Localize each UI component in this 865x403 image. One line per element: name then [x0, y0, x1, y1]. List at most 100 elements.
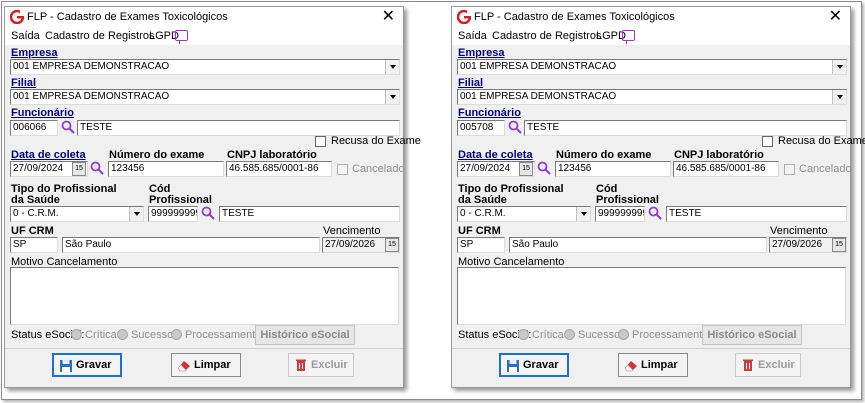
funcionario-name-field[interactable]: TESTE	[524, 120, 847, 136]
chevron-down-icon[interactable]	[129, 207, 143, 221]
calendar-icon[interactable]: 15	[385, 238, 399, 252]
motivo-textarea[interactable]	[10, 267, 399, 325]
cnpj-value: 46.585.685/0001-86	[229, 163, 319, 174]
monitor-chat-icon[interactable]	[175, 30, 188, 44]
filial-value: 001 EMPRESA DEMONSTRACAO	[460, 91, 617, 102]
gravar-button[interactable]: Gravar	[499, 353, 569, 377]
recusa-checkbox[interactable]	[315, 136, 326, 147]
window-title: FLP - Cadastro de Exames Toxicológicos	[27, 11, 228, 23]
radio-processamento-label: Processamento	[185, 329, 262, 341]
uf-name: São Paulo	[65, 239, 112, 250]
cod-prof-label: Cód Profissional	[149, 183, 212, 206]
funcionario-code: 006066	[13, 122, 47, 133]
radio-processamento[interactable]	[171, 329, 182, 340]
empresa-select[interactable]: 001 EMPRESA DEMONSTRACAO	[10, 59, 400, 75]
numero-exame-input[interactable]: 123456	[108, 161, 224, 177]
gravar-label: Gravar	[76, 359, 112, 371]
numero-exame-input[interactable]: 123456	[555, 161, 671, 177]
chevron-down-icon[interactable]	[385, 90, 399, 104]
divider	[5, 348, 403, 349]
uf-crm-label: UF CRM	[458, 225, 501, 237]
divider	[452, 348, 850, 349]
uf-name-field[interactable]: São Paulo	[62, 237, 320, 253]
magnifier-icon[interactable]	[61, 120, 75, 134]
cnpj-label: CNPJ laboratório	[674, 149, 764, 161]
menu-saida[interactable]: Saída	[11, 30, 40, 42]
menu-bar: Saída Cadastro de Registros LGPD	[452, 27, 850, 45]
exam-window-2: FLP - Cadastro de Exames Toxicológicos ✕…	[451, 6, 865, 388]
trash-icon	[743, 359, 753, 371]
menu-saida[interactable]: Saída	[458, 30, 487, 42]
funcionario-code: 005708	[460, 122, 494, 133]
uf-name: São Paulo	[512, 239, 559, 250]
limpar-button[interactable]: Limpar	[171, 353, 241, 377]
prof-name-field[interactable]: TESTE	[666, 206, 847, 222]
cod-prof-value: 999999999	[151, 208, 198, 219]
empresa-select[interactable]: 001 EMPRESA DEMONSTRACAO	[457, 59, 847, 75]
prof-name: TESTE	[222, 208, 255, 219]
prof-name-field[interactable]: TESTE	[219, 206, 400, 222]
filial-select[interactable]: 001 EMPRESA DEMONSTRACAO	[457, 89, 847, 105]
calendar-icon[interactable]: 15	[72, 162, 86, 176]
empresa-label: Empresa	[458, 47, 505, 59]
motivo-textarea[interactable]	[457, 267, 846, 325]
cod-prof-input[interactable]: 999999999	[148, 206, 198, 222]
tipo-prof-select[interactable]: 0 - C.R.M.	[457, 206, 591, 222]
cnpj-label: CNPJ laboratório	[227, 149, 317, 161]
radio-critica-label: Crítica	[85, 329, 117, 341]
magnifier-icon[interactable]	[537, 161, 551, 175]
cod-prof-input[interactable]: 999999999	[595, 206, 645, 222]
radio-processamento[interactable]	[618, 329, 629, 340]
radio-sucesso[interactable]	[564, 329, 575, 340]
limpar-button[interactable]: Limpar	[618, 353, 688, 377]
recusa-label: Recusa do Exame	[778, 135, 865, 147]
vencimento-label: Vencimento	[323, 225, 381, 237]
chevron-down-icon[interactable]	[832, 60, 846, 74]
calendar-icon[interactable]: 15	[519, 162, 533, 176]
calendar-icon[interactable]: 15	[832, 238, 846, 252]
uf-name-field[interactable]: São Paulo	[509, 237, 767, 253]
cnpj-input[interactable]: 46.585.685/0001-86	[673, 161, 779, 177]
tipo-prof-select[interactable]: 0 - C.R.M.	[10, 206, 144, 222]
close-button[interactable]: ✕	[382, 8, 395, 26]
cnpj-value: 46.585.685/0001-86	[676, 163, 766, 174]
funcionario-label: Funcionário	[458, 107, 521, 119]
radio-critica[interactable]	[518, 329, 529, 340]
magnifier-icon[interactable]	[508, 120, 522, 134]
chevron-down-icon[interactable]	[832, 90, 846, 104]
recusa-checkbox[interactable]	[762, 136, 773, 147]
cod-prof-value: 999999999	[598, 208, 645, 219]
close-button[interactable]: ✕	[829, 8, 842, 26]
cancelado-checkbox[interactable]	[337, 164, 348, 175]
monitor-chat-icon[interactable]	[622, 30, 635, 44]
excluir-button[interactable]: Excluir	[288, 353, 354, 377]
excluir-button[interactable]: Excluir	[735, 353, 801, 377]
prof-name: TESTE	[669, 208, 702, 219]
chevron-down-icon[interactable]	[385, 60, 399, 74]
chevron-down-icon[interactable]	[576, 207, 590, 221]
magnifier-icon[interactable]	[648, 206, 662, 220]
data-coleta-value: 27/09/2024	[460, 163, 511, 174]
tipo-prof-value: 0 - C.R.M.	[460, 208, 506, 219]
gravar-button[interactable]: Gravar	[52, 353, 122, 377]
filial-select[interactable]: 001 EMPRESA DEMONSTRACAO	[10, 89, 400, 105]
historico-esocial-button[interactable]: Histórico eSocial	[255, 325, 355, 345]
limpar-label: Limpar	[194, 359, 231, 371]
funcionario-name-field[interactable]: TESTE	[77, 120, 400, 136]
magnifier-icon[interactable]	[90, 161, 104, 175]
cancelado-label: Cancelado	[799, 163, 852, 175]
uf-input[interactable]: SP	[457, 237, 505, 253]
menu-cadastro-registros[interactable]: Cadastro de Registros	[492, 30, 601, 42]
recusa-label: Recusa do Exame	[331, 135, 421, 147]
tipo-prof-label: Tipo do Profissional da Saúde	[11, 183, 117, 206]
magnifier-icon[interactable]	[201, 206, 215, 220]
funcionario-code-input[interactable]: 005708	[457, 120, 505, 136]
funcionario-code-input[interactable]: 006066	[10, 120, 58, 136]
cancelado-checkbox[interactable]	[784, 164, 795, 175]
menu-cadastro-registros[interactable]: Cadastro de Registros	[45, 30, 154, 42]
radio-sucesso[interactable]	[117, 329, 128, 340]
cnpj-input[interactable]: 46.585.685/0001-86	[226, 161, 332, 177]
historico-esocial-button[interactable]: Histórico eSocial	[702, 325, 802, 345]
uf-input[interactable]: SP	[10, 237, 58, 253]
radio-critica[interactable]	[71, 329, 82, 340]
